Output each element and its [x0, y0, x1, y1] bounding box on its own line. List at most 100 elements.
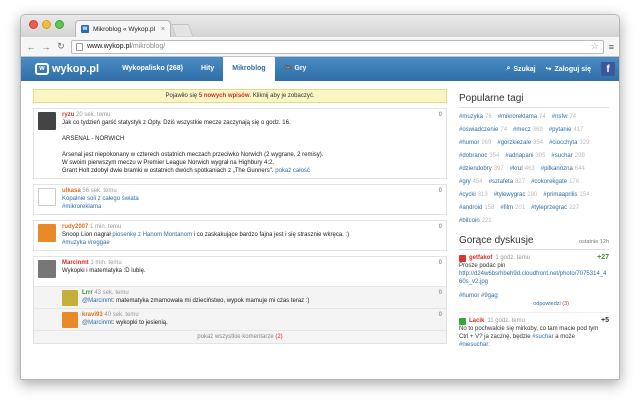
tag-item[interactable]: #bitcoin 221 [459, 217, 492, 226]
mention-link[interactable]: @Marcinmt [82, 320, 113, 326]
tag-item[interactable]: #suchar 298 [551, 152, 584, 161]
mention-link[interactable]: @Marcinmt [82, 298, 113, 304]
discussion-tags[interactable]: #niesuchar: [459, 341, 609, 349]
nav-right: ⌕ Szukaj ↪ Zaloguj się f [506, 57, 615, 81]
tag-item[interactable]: #primaaprilis 154 [543, 191, 589, 200]
tag-item[interactable]: #humor 969 [459, 139, 491, 148]
bookmark-star-icon[interactable]: ☆ [591, 41, 599, 52]
show-more-link[interactable]: pokaż całość [275, 168, 310, 174]
vote-count[interactable]: 0 [439, 312, 442, 318]
tag-item[interactable]: #android 158 [459, 204, 494, 213]
discussion-link[interactable]: http://d24w6bsrhbeh9d.cloudfront.net/pho… [459, 270, 609, 286]
tag-name: #cycki [459, 192, 476, 198]
tag-item[interactable]: #gry 454 [459, 178, 483, 187]
nav-hity[interactable]: Hity [192, 57, 223, 81]
tag-item[interactable]: #dziendobry 397 [459, 165, 504, 174]
avatar[interactable] [38, 188, 56, 206]
entry-tag[interactable]: #mikroreklama [62, 203, 442, 211]
new-tab-button[interactable] [170, 24, 194, 36]
avatar[interactable] [459, 254, 466, 262]
tag-item[interactable]: #cokorekgate 176 [531, 178, 579, 187]
discussion-tags[interactable]: #humor #9gag [459, 292, 609, 300]
entry-line: ARSENAL - NORWICH [62, 136, 125, 142]
forward-icon[interactable]: → [41, 42, 51, 52]
facebook-icon[interactable]: f [601, 62, 615, 76]
tag-cloud: #muzyka 76 #mikroreklama 74 #nsfw 74 #oswiadcz… [459, 108, 609, 231]
tag-name: #sztafeta [488, 179, 514, 185]
avatar[interactable] [38, 112, 56, 130]
entry-author[interactable]: Marcinmt [62, 260, 89, 266]
login-link[interactable]: ↪ Zaloguj się [545, 65, 591, 74]
show-all-label: pokaż wszystkie komentarze [197, 334, 274, 340]
answers-link[interactable]: odpowiedzi (3) [459, 300, 609, 308]
entry-author[interactable]: ulkasa [62, 188, 81, 194]
tag-item[interactable]: #film 201 [500, 204, 525, 213]
tag-item[interactable]: #mecz 369 [513, 126, 543, 135]
tag-item[interactable]: #gorzkiezale 354 [497, 139, 543, 148]
page-icon [76, 42, 83, 51]
page-content: Pojawiło się 5 nowych wpisów. Kliknij ab… [21, 81, 619, 379]
comment-author[interactable]: kravi93 [82, 312, 103, 318]
entry-line: Grant Holt zdobył dwie bramki w ostatnic… [62, 168, 274, 174]
wykop-logo[interactable]: w wykop.pl [35, 63, 99, 75]
tag-item[interactable]: #cycki 313 [459, 191, 488, 200]
vote-count[interactable]: 0 [439, 224, 442, 230]
entry-link[interactable]: Kopalnie soli z całego świata [62, 195, 442, 203]
tag-item[interactable]: #mikroreklama 74 [498, 113, 546, 122]
entry-link[interactable]: piosenkę z Hanom Montanom [112, 232, 192, 238]
search-label: Szukaj [513, 65, 536, 73]
nav-mikroblog[interactable]: Mikroblog [223, 57, 275, 81]
discussion-author[interactable]: getfakof [469, 254, 492, 262]
tag-item[interactable]: #dobranoc 354 [459, 152, 499, 161]
tag-item[interactable]: #tylewygrac 280 [494, 191, 538, 200]
back-icon[interactable]: ← [26, 42, 36, 52]
avatar[interactable] [459, 317, 466, 325]
search-link[interactable]: ⌕ Szukaj [506, 65, 535, 73]
discussion-author[interactable]: Lacik [469, 317, 484, 325]
tag-item[interactable]: #nsfw 74 [552, 113, 576, 122]
tag-count: 354 [533, 140, 544, 146]
tag-item[interactable]: #tyleprzegrac 227 [531, 204, 579, 213]
entry-tags[interactable]: #muzyka #reggae [62, 239, 442, 247]
avatar[interactable] [62, 290, 78, 306]
vote-count[interactable]: 0 [439, 290, 442, 296]
tag-item[interactable]: #oswiadczenie 74 [459, 126, 507, 135]
nav-wykopalisko[interactable]: Wykopalisko (268) [113, 57, 192, 81]
tag-count: 298 [574, 153, 585, 159]
nav-gry[interactable]: 🎮 Gry [275, 57, 316, 81]
tab-close-icon[interactable]: × [161, 26, 165, 33]
avatar[interactable] [38, 260, 56, 278]
discussion-score: +5 [601, 317, 609, 324]
close-window-button[interactable] [29, 20, 38, 29]
vote-count[interactable]: 0 [439, 112, 442, 118]
avatar[interactable] [62, 312, 78, 328]
discussion-tag[interactable]: #suchar [532, 334, 553, 340]
tag-item[interactable]: #krul 463 [510, 165, 535, 174]
show-all-comments[interactable]: pokaż wszystkie komentarze (2) [34, 330, 446, 343]
browser-tab[interactable]: w Mikroblog « Wykop.pl × [75, 20, 171, 37]
comment-author[interactable]: Lrrr [82, 290, 93, 296]
browser-menu-icon[interactable]: ≡ [609, 42, 614, 52]
tag-item[interactable]: #adnapani 305 [505, 152, 545, 161]
avatar[interactable] [38, 224, 56, 242]
zoom-window-button[interactable] [55, 20, 64, 29]
login-icon: ↪ [545, 66, 552, 73]
new-entries-notice[interactable]: Pojawiło się 5 nowych wpisów. Kliknij ab… [33, 89, 447, 103]
tag-item[interactable]: #ciocchyta 329 [549, 139, 589, 148]
tag-item[interactable]: #pilkanozna 644 [541, 165, 585, 174]
minimize-window-button[interactable] [42, 20, 51, 29]
entry-author[interactable]: ryzu [62, 112, 74, 118]
vote-count[interactable]: 0 [439, 260, 442, 266]
address-bar[interactable]: www.wykop.pl/mikroblog/ ☆ [71, 39, 604, 54]
vote-count[interactable]: 0 [439, 188, 442, 194]
logo-mark-icon: w [35, 63, 49, 75]
discussions-period[interactable]: ostatnie 12h [579, 239, 609, 245]
tag-item[interactable]: #pytanie 417 [549, 126, 584, 135]
tag-item[interactable]: #muzyka 76 [459, 113, 492, 122]
discussion-item: Lacik 11 godz. temu +5 No to pochwalcie … [459, 313, 609, 353]
tag-item[interactable]: #sztafeta 827 [489, 178, 525, 187]
entry-time: 1 min. temu [90, 224, 122, 230]
reload-icon[interactable]: ↻ [56, 41, 66, 52]
tag-name: #adnapani [505, 153, 534, 159]
entry-author[interactable]: rudy2007 [62, 224, 88, 230]
